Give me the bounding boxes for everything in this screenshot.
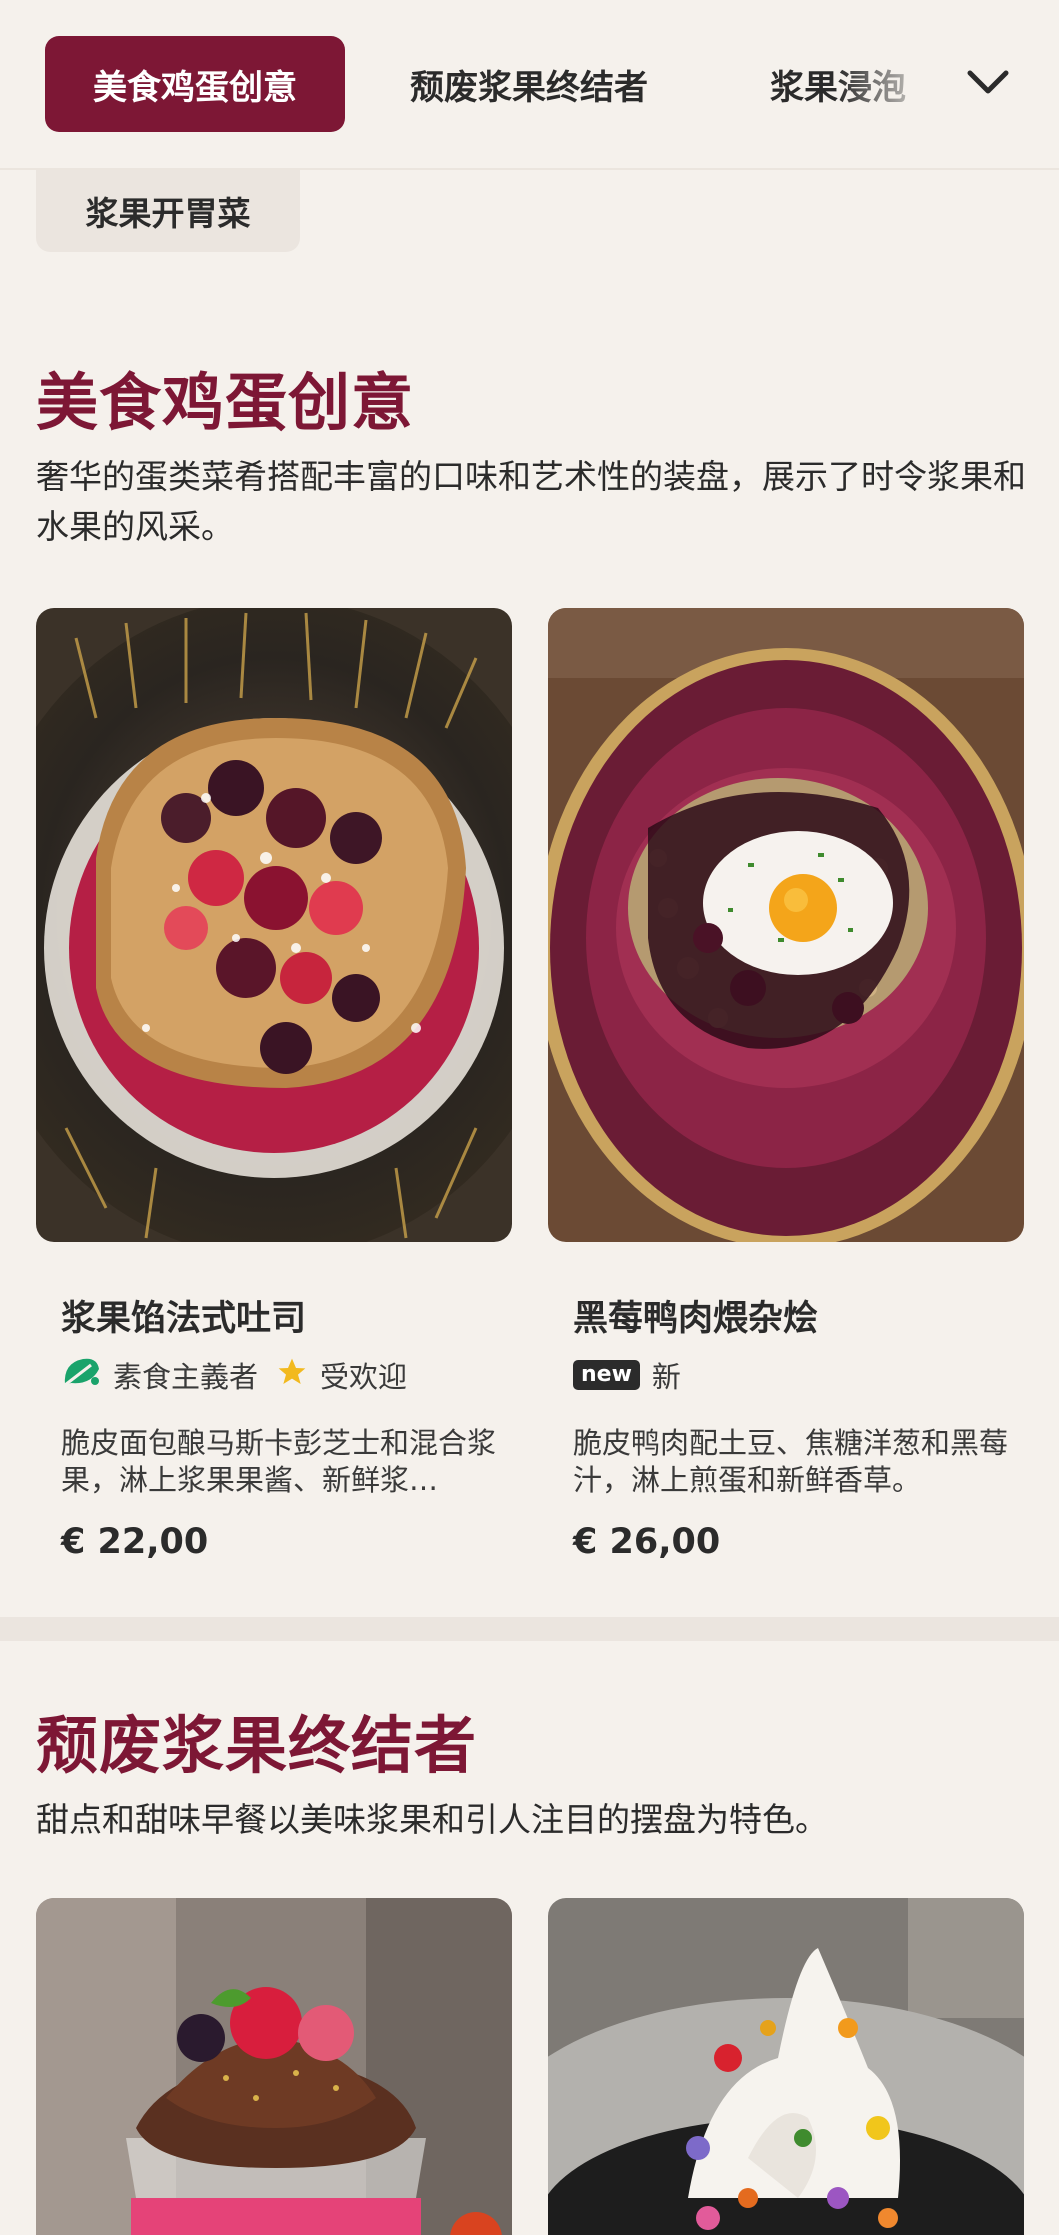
- chocolate-berry-parfait-image[interactable]: [36, 1898, 512, 2235]
- item-tags: 素食主義者 受欢迎: [61, 1354, 425, 1396]
- tab-berry-soak[interactable]: 浆果浸泡: [770, 36, 920, 132]
- section-title: 颓废浆果终结者: [36, 1709, 478, 1782]
- item-price: € 26,00: [573, 1522, 721, 1562]
- tab-berry-appetizers[interactable]: 浆果开胃菜: [36, 170, 300, 252]
- tab-gourmet-egg-ideas[interactable]: 美食鸡蛋创意: [45, 36, 345, 132]
- section-title: 美食鸡蛋创意: [36, 366, 415, 439]
- tab-decadent-berry-finishers[interactable]: 颓废浆果终结者: [410, 36, 648, 132]
- star-icon: [276, 1356, 308, 1395]
- tag-popular: 受欢迎: [276, 1354, 407, 1396]
- tag-vegetarian: 素食主義者: [61, 1354, 258, 1396]
- item-price: € 22,00: [61, 1522, 209, 1562]
- category-nav: 美食鸡蛋创意 颓废浆果终结者 浆果浸泡: [0, 0, 1059, 170]
- tag-new: new 新: [573, 1354, 681, 1396]
- meringue-flower-dessert-image[interactable]: [548, 1898, 1024, 2235]
- french-toast-image[interactable]: [36, 608, 512, 1242]
- item-tags: new 新: [573, 1354, 699, 1396]
- item-description: 脆皮鸭肉配土豆、焦糖洋葱和黑莓汁，淋上煎蛋和新鲜香草。: [573, 1426, 1009, 1497]
- item-title[interactable]: 浆果馅法式吐司: [61, 1290, 306, 1341]
- section-description: 奢华的蛋类菜肴搭配丰富的口味和艺术性的装盘，展示了时令浆果和水果的风采。: [36, 457, 1026, 546]
- vegetarian-leaf-icon: [61, 1355, 101, 1396]
- tag-label: 新: [651, 1360, 681, 1394]
- item-title[interactable]: 黑莓鸭肉煨杂烩: [573, 1290, 818, 1341]
- duck-hash-image[interactable]: [548, 608, 1024, 1242]
- chevron-down-icon[interactable]: [960, 54, 1016, 110]
- item-description: 脆皮面包酿马斯卡彭芝士和混合浆果，淋上浆果果酱、新鲜浆…: [61, 1426, 497, 1497]
- section-divider: [0, 1617, 1059, 1641]
- new-badge: new: [573, 1360, 640, 1390]
- section-description: 甜点和甜味早餐以美味浆果和引人注目的摆盘为特色。: [36, 1800, 828, 1839]
- tag-label: 受欢迎: [320, 1360, 408, 1394]
- tag-label: 素食主義者: [113, 1360, 259, 1394]
